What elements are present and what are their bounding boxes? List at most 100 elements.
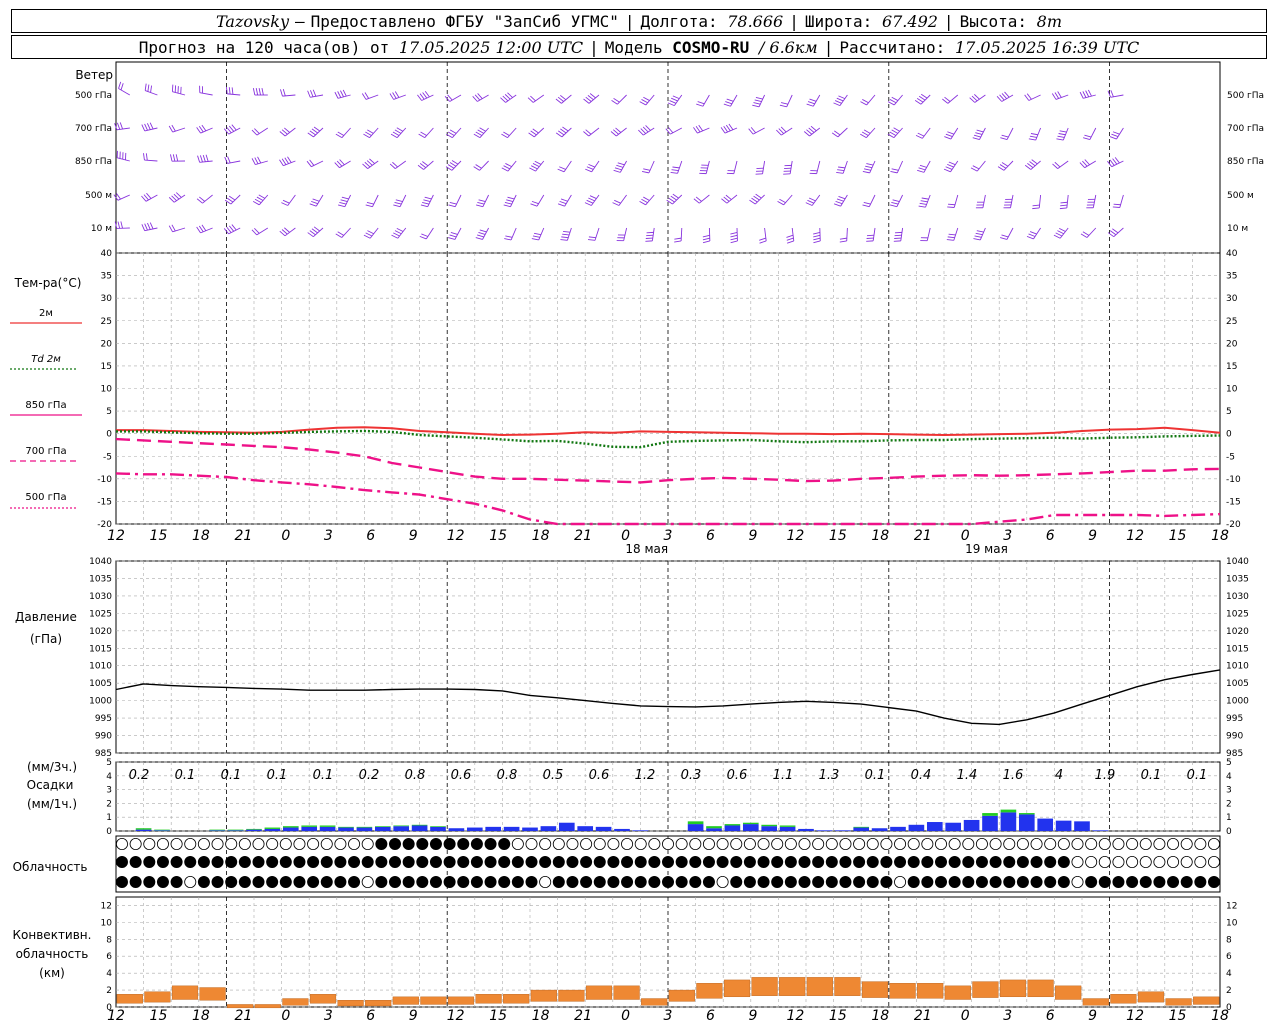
cloud-cover-icon — [402, 856, 415, 869]
cloud-cover-icon — [1167, 838, 1180, 851]
wind-barb-feather — [1028, 138, 1036, 141]
prec-ytick-left: 0 — [106, 827, 112, 837]
wind-barb-feather — [862, 99, 869, 104]
wind-barb-staff — [451, 127, 462, 138]
wind-barb-feather — [363, 133, 370, 139]
wind-barb-feather — [751, 197, 758, 203]
wind-barb-feather — [1059, 227, 1066, 232]
cloud-cover-icon — [197, 876, 210, 889]
wind-barb-feather — [831, 132, 839, 138]
wind-barb-staff — [922, 127, 931, 139]
wind-barb-icon — [584, 194, 600, 206]
wind-barb-icon — [196, 194, 213, 204]
cloud-cover-icon — [1044, 856, 1057, 869]
wind-barb-feather — [144, 123, 148, 131]
wind-barb-icon — [947, 194, 959, 208]
wind-barb-icon — [779, 94, 793, 108]
wind-barb-feather — [532, 163, 540, 168]
conv-ytick-right: 2 — [1226, 986, 1232, 996]
wind-barb-feather — [1060, 201, 1068, 204]
hour-tick-label: 9 — [748, 528, 757, 544]
wind-barb-feather — [1060, 204, 1068, 207]
conv-ytick-right: 12 — [1226, 901, 1237, 911]
conv-cloud-bar — [1027, 979, 1054, 998]
wind-barb-staff — [925, 194, 931, 208]
precip-bar — [540, 826, 557, 831]
wind-barb-feather — [532, 235, 540, 238]
wind-barb-feather — [309, 230, 316, 236]
wind-barb-feather — [1030, 133, 1038, 136]
cloud-cover-icon — [839, 876, 852, 889]
wind-barb-staff — [764, 227, 767, 241]
pres-ytick-right: 1010 — [1226, 662, 1249, 672]
wind-barb-icon — [335, 227, 351, 238]
wind-barb-feather — [147, 222, 151, 230]
wind-barb-icon — [1083, 127, 1097, 141]
wind-barb-feather — [506, 199, 514, 202]
pres-ytick-right: 1035 — [1226, 574, 1249, 584]
wind-barb-feather — [254, 157, 259, 165]
conv-cloud-bar — [558, 989, 585, 1002]
precip-total-label: 1.4 — [957, 768, 978, 783]
conv-ytick-left: 6 — [106, 952, 112, 962]
wind-barb-staff — [816, 160, 821, 174]
cloud-cover-icon — [552, 856, 565, 869]
cloud-cover-icon — [511, 856, 524, 869]
wind-barb-feather — [696, 103, 704, 107]
wind-barb-staff — [670, 127, 683, 135]
wind-barb-feather — [337, 131, 345, 136]
wind-barb-feather — [307, 232, 314, 238]
date-label: 19 мая — [965, 542, 1008, 556]
wind-barb-feather — [641, 170, 650, 174]
hour-tick-label-bottom: 6 — [706, 1008, 715, 1024]
wind-barb-feather — [534, 232, 542, 236]
wind-barb-feather — [503, 165, 511, 170]
wind-barb-icon — [721, 194, 738, 204]
wind-barb-icon — [279, 156, 296, 167]
wind-barb-feather — [1109, 230, 1117, 236]
wind-barb-feather — [914, 99, 922, 105]
precip-bar — [135, 829, 152, 831]
wind-barb-staff — [510, 227, 517, 241]
cloud-cover-icon — [634, 856, 647, 869]
wind-barb-feather — [916, 97, 924, 103]
cloud-cover-icon — [989, 876, 1002, 889]
cloud-cover-icon — [470, 876, 483, 889]
wind-barb-icon — [585, 160, 600, 173]
cloud-cover-icon — [348, 856, 361, 869]
wind-barb-feather — [311, 200, 318, 205]
wind-barb-feather — [997, 166, 1005, 171]
cloud-cover-icon — [1057, 876, 1070, 889]
wind-barb-feather — [252, 200, 260, 206]
wind-barb-feather — [337, 231, 344, 236]
wind-barb-feather — [201, 224, 207, 231]
precip-unit-3h: (мм/3ч.) — [27, 760, 77, 774]
temp-ytick-right: 35 — [1226, 272, 1237, 282]
hour-tick-label-bottom: 18 — [532, 1008, 550, 1024]
cloud-cover-icon — [388, 876, 401, 889]
temp-ytick-right: 40 — [1226, 249, 1238, 259]
wind-barb-icon — [720, 123, 738, 134]
wind-barb-feather — [144, 83, 147, 91]
precip-total-label: 0.6 — [727, 768, 748, 783]
wind-barb-feather — [861, 131, 869, 136]
cloud-cover-icon — [539, 876, 552, 889]
wind-barb-icon — [1003, 194, 1014, 209]
wind-barb-feather — [639, 200, 646, 206]
wind-barb-feather — [1032, 207, 1040, 210]
wind-barb-feather — [613, 169, 621, 173]
precip-bar — [982, 815, 998, 831]
wind-barb-feather — [613, 97, 620, 103]
wind-barb-feather — [917, 132, 925, 137]
wind-barb-icon — [699, 160, 710, 175]
wind-barb-feather — [755, 96, 763, 100]
cloud-cover-icon — [1126, 876, 1139, 889]
wind-barb-icon — [860, 94, 876, 106]
wind-barb-icon — [777, 194, 793, 206]
wind-barb-feather — [863, 201, 871, 205]
wind-barb-feather — [1057, 91, 1062, 98]
wind-barb-feather — [395, 199, 403, 202]
wind-barb-staff — [783, 194, 793, 206]
wind-barb-feather — [1029, 135, 1037, 138]
precip-total-label: 0.1 — [1141, 768, 1162, 783]
